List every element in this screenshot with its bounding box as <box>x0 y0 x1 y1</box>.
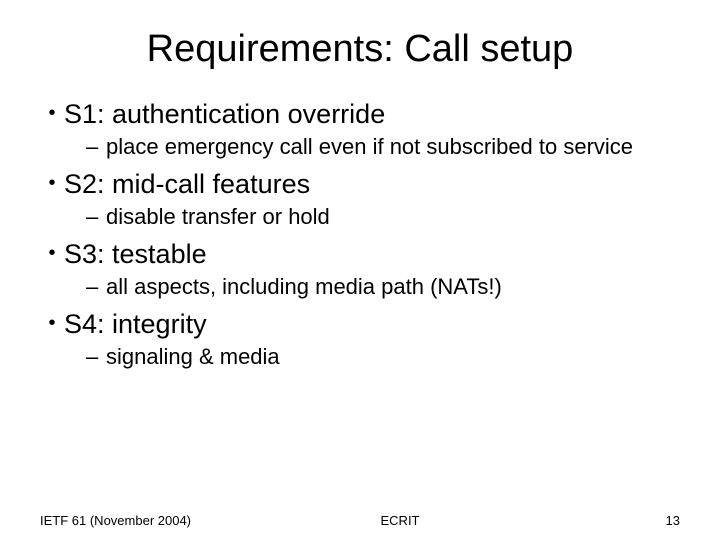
dash-icon: – <box>86 273 106 301</box>
sub-label: place emergency call even if not subscri… <box>106 133 633 161</box>
bullet-level1: • S1: authentication override <box>40 97 680 131</box>
sub-label: all aspects, including media path (NATs!… <box>106 273 502 301</box>
bullet-level1: • S3: testable <box>40 237 680 271</box>
bullet-icon: • <box>40 307 64 339</box>
bullet-list: • S1: authentication override – place em… <box>40 97 680 371</box>
bullet-level2: – place emergency call even if not subsc… <box>40 133 680 161</box>
bullet-label: S3: testable <box>64 237 207 271</box>
sub-label: signaling & media <box>106 343 280 371</box>
dash-icon: – <box>86 203 106 231</box>
footer-center: ECRIT <box>200 513 600 528</box>
footer-page: 13 <box>600 513 680 528</box>
bullet-level1: • S2: mid-call features <box>40 167 680 201</box>
bullet-icon: • <box>40 97 64 129</box>
dash-icon: – <box>86 133 106 161</box>
bullet-icon: • <box>40 237 64 269</box>
bullet-icon: • <box>40 167 64 199</box>
sub-label: disable transfer or hold <box>106 203 330 231</box>
bullet-label: S1: authentication override <box>64 97 385 131</box>
dash-icon: – <box>86 343 106 371</box>
bullet-level2: – all aspects, including media path (NAT… <box>40 273 680 301</box>
slide: Requirements: Call setup • S1: authentic… <box>0 0 720 540</box>
slide-title: Requirements: Call setup <box>40 28 680 71</box>
bullet-level1: • S4: integrity <box>40 307 680 341</box>
bullet-label: S2: mid-call features <box>64 167 310 201</box>
footer-left: IETF 61 (November 2004) <box>40 513 200 528</box>
bullet-label: S4: integrity <box>64 307 207 341</box>
bullet-level2: – disable transfer or hold <box>40 203 680 231</box>
bullet-level2: – signaling & media <box>40 343 680 371</box>
footer: IETF 61 (November 2004) ECRIT 13 <box>0 513 720 528</box>
